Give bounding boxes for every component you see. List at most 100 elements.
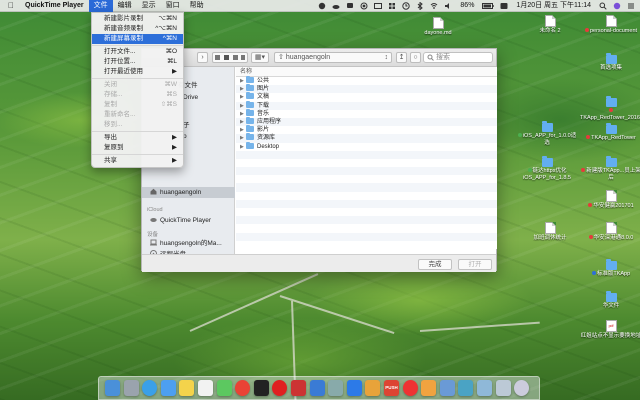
desktop-icon[interactable]: 红姐站点不显示要换地址 [580, 320, 640, 340]
desktop-icon[interactable]: 新建版TKApp...员上架后 [580, 155, 640, 182]
pages-app-icon[interactable] [421, 380, 437, 396]
menu-help[interactable]: 帮助 [185, 0, 209, 12]
photo-app-icon[interactable] [458, 380, 474, 396]
desktop-icon[interactable]: TKApp_RedTower [580, 122, 640, 142]
messages-app-icon[interactable] [216, 380, 232, 396]
forward-button[interactable]: › [197, 52, 208, 63]
desktop-icon[interactable]: 未命名 2 [519, 15, 581, 35]
cloud-icon[interactable] [332, 2, 340, 10]
tag-button[interactable]: ○ [410, 52, 421, 63]
grid-icon[interactable] [388, 2, 396, 10]
arrange-button[interactable]: ▦▾ [251, 52, 269, 63]
path-popup[interactable]: ⇧ huangaengoln ↕ [274, 52, 392, 63]
wifi-icon[interactable] [430, 2, 438, 10]
file-row[interactable]: ▶ 文稿 [236, 92, 497, 102]
desktop-icon[interactable]: 链达https优化iOS_APP_for_1.8.5 [516, 155, 578, 182]
sidebar-item-home[interactable]: huangaengoln [142, 187, 235, 198]
file-menu-item[interactable]: 移到... [92, 120, 183, 130]
done-button[interactable]: 完成 [418, 259, 452, 270]
file-row[interactable]: ▶ 资源库 [236, 133, 497, 143]
xcode-app-icon[interactable] [309, 380, 325, 396]
desktop-icon[interactable]: iOS_APP_for_1.0.0适选 [516, 120, 578, 147]
desktop-icon[interactable]: 华安深港通8.0.0 [580, 222, 640, 242]
evernote-icon[interactable] [318, 2, 326, 10]
push-app-icon[interactable]: PUSH [384, 380, 399, 396]
menu-window[interactable]: 窗口 [161, 0, 185, 12]
file-menu-item[interactable]: 重新命名... [92, 110, 183, 120]
desktop-icon[interactable]: personal-document [580, 15, 640, 35]
file-menu-item[interactable]: 打开文件... ⌘O [92, 47, 183, 57]
file-menu-item[interactable]: 新建音频录制 ^⌥⌘N [92, 24, 183, 34]
sidebar-item-icloud-quicktime[interactable]: QuickTime Player [142, 215, 235, 226]
sidebar-item-label: huangaengoln [160, 189, 202, 196]
terminal-app-icon[interactable] [253, 380, 269, 396]
desktop-icon[interactable]: 华文件 [580, 290, 640, 310]
notes-app-icon[interactable] [179, 380, 195, 396]
file-row[interactable]: ▶ 应用程序 [236, 116, 497, 127]
calendar-app-icon[interactable] [198, 380, 213, 396]
desktop-icon[interactable]: dayone.md [407, 17, 469, 37]
file-menu-item[interactable]: 关闭 ⌘W [92, 80, 183, 90]
documents-folder-icon[interactable] [495, 380, 511, 396]
menu-edit[interactable]: 编辑 [113, 0, 137, 12]
view-mode-segmented[interactable] [212, 52, 248, 63]
battery-percent[interactable]: 86% [455, 0, 479, 12]
volume-icon[interactable] [444, 2, 452, 10]
appstore-app-icon[interactable] [346, 380, 362, 396]
finder-app-icon[interactable] [105, 380, 120, 396]
bluetooth-icon[interactable] [416, 1, 424, 11]
mail-app-icon[interactable] [160, 380, 176, 396]
record-icon[interactable] [360, 2, 368, 10]
qq-app-icon[interactable] [272, 380, 288, 396]
file-row[interactable]: ▶ 音乐 [236, 108, 497, 118]
file-row[interactable]: ▶ 影片 [236, 125, 497, 135]
safari-app-icon[interactable] [142, 380, 158, 396]
siri-icon[interactable] [613, 2, 621, 10]
file-row[interactable]: ▶ 公共 [236, 76, 497, 86]
apple-menu-icon[interactable]:  [0, 0, 20, 12]
trash-app-icon[interactable] [514, 380, 530, 396]
clock-icon[interactable] [402, 2, 411, 10]
desktop-icon[interactable]: 标准版TKApp [580, 258, 640, 278]
open-button[interactable]: 打开 [458, 259, 492, 270]
input-method-icon[interactable] [500, 2, 508, 10]
menu-clock[interactable]: 1月20日 周五 下午11:14 [511, 0, 596, 12]
spotlight-icon[interactable] [599, 2, 607, 10]
share-button[interactable]: ↥ [396, 52, 407, 63]
file-menu-item[interactable]: 共享 ▶ [92, 156, 183, 166]
simulator-app-icon[interactable] [328, 380, 344, 396]
file-menu-item[interactable]: 打开最近使用 ▶ [92, 67, 183, 77]
menu-file[interactable]: 文件 [88, 0, 113, 12]
file-row[interactable]: ▶ 下载 [236, 100, 497, 110]
desktop-icon[interactable]: TKApp_RedTower_20161031 [580, 95, 640, 122]
netease-app-icon[interactable] [291, 380, 306, 396]
desktop-icon[interactable]: 首选项集 [580, 52, 640, 72]
column-header-name[interactable]: 名称 [236, 67, 497, 77]
git-app-icon[interactable] [402, 380, 418, 396]
file-menu-item[interactable]: 新建屏幕录制 ^⌘N [92, 34, 183, 44]
file-menu-item[interactable]: 打开位置... ⌘L [92, 57, 183, 67]
menu-view[interactable]: 显示 [137, 0, 161, 12]
file-menu-item[interactable]: 导出 ▶ [92, 133, 183, 143]
chat-icon[interactable] [346, 2, 354, 10]
file-menu-item[interactable]: 复制 ⇧⌘S [92, 100, 183, 110]
app-menu[interactable]: QuickTime Player [20, 0, 89, 12]
launchpad-app-icon[interactable] [123, 380, 139, 396]
file-menu-item[interactable]: 存储... ⌘S [92, 90, 183, 100]
file-menu-item[interactable]: 新建影片录制 ⌥⌘N [92, 14, 183, 24]
file-row[interactable]: ▶ Desktop [236, 141, 497, 151]
notification-center-icon[interactable] [627, 2, 635, 10]
chrome-app-icon[interactable] [235, 380, 251, 396]
desktop-icon[interactable]: 华安健赢201701 [580, 190, 640, 210]
photos-app-icon[interactable] [365, 380, 381, 396]
search-input[interactable]: 搜索 [423, 52, 493, 63]
display-icon[interactable] [374, 2, 383, 10]
file-menu-item[interactable]: 复原到 ▶ [92, 143, 183, 153]
file-row[interactable]: ▶ 图片 [236, 84, 497, 94]
preview-app-icon[interactable] [439, 380, 455, 396]
document-icon [605, 190, 617, 202]
sidebar-item-mac[interactable]: huangsengoln的Ma... [142, 238, 235, 249]
desktop-icon[interactable]: 加班调休统计 [519, 222, 581, 242]
downloads-folder-icon[interactable] [477, 380, 492, 396]
battery-icon[interactable] [482, 2, 495, 10]
